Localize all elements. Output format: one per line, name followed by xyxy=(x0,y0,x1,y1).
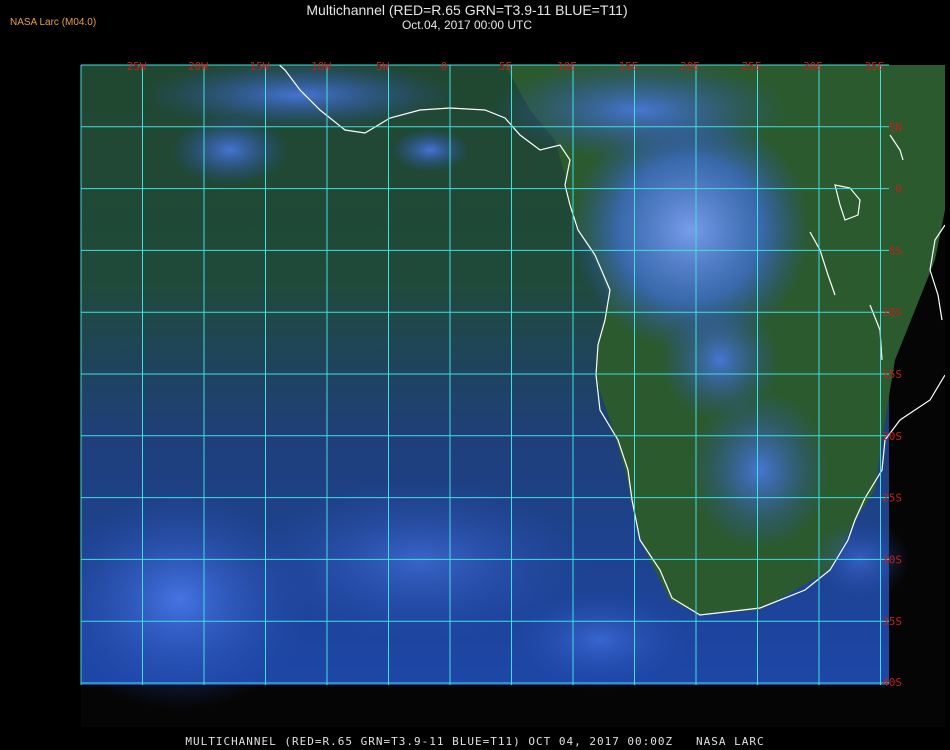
satellite-imagery xyxy=(81,65,945,710)
lon-label-30e: 30E xyxy=(803,60,823,73)
lon-label-0: 0 xyxy=(441,60,448,73)
lat-label-20s: 20S xyxy=(882,430,902,443)
lon-label-25e: 25E xyxy=(742,60,762,73)
lon-label-35e: 35E xyxy=(865,60,885,73)
lon-label-20w: 20W xyxy=(188,60,208,73)
lon-label-15e: 15E xyxy=(619,60,639,73)
lat-label-10s: 10S xyxy=(882,306,902,319)
lat-label-30s: 30S xyxy=(882,553,902,566)
lon-label-10w: 10W xyxy=(311,60,331,73)
footer-caption: MULTICHANNEL (RED=R.65 GRN=T3.9-11 BLUE=… xyxy=(185,735,765,748)
lat-label-5s: 5S xyxy=(889,244,902,257)
lat-label-5n: 5N xyxy=(889,121,902,134)
lon-label-25w: 25W xyxy=(127,60,147,73)
lon-label-15w: 15W xyxy=(250,60,270,73)
lat-label-35s: 35S xyxy=(882,615,902,628)
lon-label-20e: 20E xyxy=(680,60,700,73)
satellite-map[interactable]: 25W 20W 15W 10W 5W 0 5E 10E 15E 20E 25E 30E 35E 5N 0 5… xyxy=(0,0,950,750)
lat-label-25s: 25S xyxy=(882,492,902,505)
lat-label-0: 0 xyxy=(895,183,902,196)
lat-label-40s: 40S xyxy=(882,676,902,689)
lon-label-5w: 5W xyxy=(376,60,390,73)
lon-label-10e: 10E xyxy=(557,60,577,73)
lat-label-15s: 15S xyxy=(882,368,902,381)
lon-label-5e: 5E xyxy=(499,60,512,73)
